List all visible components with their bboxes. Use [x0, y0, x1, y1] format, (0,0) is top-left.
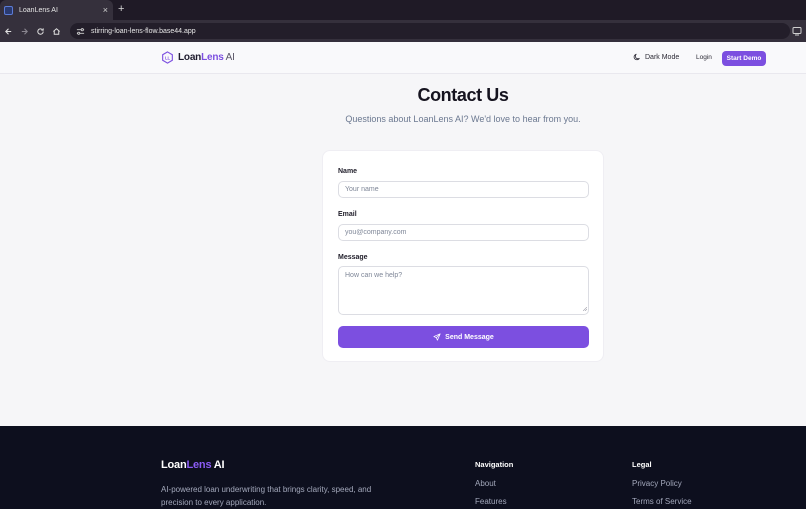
new-tab-button[interactable]: +: [118, 3, 124, 15]
send-message-button[interactable]: Send Message: [338, 326, 589, 348]
browser-tab[interactable]: LoanLens AI ×: [0, 0, 113, 20]
footer-logo[interactable]: LoanLens AI: [161, 459, 225, 471]
logo-hexagon-icon: LL: [162, 51, 173, 64]
footer-link-privacy-policy[interactable]: Privacy Policy: [632, 479, 682, 488]
footer-link-terms-of-service[interactable]: Terms of Service: [632, 497, 692, 506]
footer-link-features[interactable]: Features: [475, 497, 507, 506]
tab-close-button[interactable]: ×: [103, 5, 108, 15]
contact-form-card: Name Email Message Send Message: [322, 150, 604, 362]
site-settings-icon[interactable]: [76, 27, 85, 36]
page-title: Contact Us: [417, 85, 509, 105]
send-icon: [433, 333, 441, 341]
message-textarea[interactable]: [338, 266, 589, 315]
forward-button[interactable]: [16, 23, 32, 39]
back-button[interactable]: [0, 23, 16, 39]
logo[interactable]: LL LoanLens AI: [161, 51, 235, 64]
arrow-right-icon: [21, 27, 28, 35]
footer-description: AI-powered loan underwriting that brings…: [161, 485, 372, 507]
email-label: Email: [338, 211, 357, 218]
browser-toolbar: stirring-loan-lens-flow.base44.app: [0, 20, 806, 42]
site-footer: LoanLens AI AI-powered loan underwriting…: [0, 426, 806, 509]
logo-text: LoanLens AI: [178, 52, 235, 63]
svg-text:LL: LL: [165, 55, 171, 60]
dark-mode-toggle[interactable]: Dark Mode: [633, 53, 679, 61]
page-subtitle: Questions about LoanLens AI? We'd love t…: [345, 114, 581, 124]
tab-title: LoanLens AI: [19, 6, 58, 14]
send-message-label: Send Message: [445, 333, 494, 341]
message-label: Message: [338, 254, 368, 261]
reload-icon: [36, 27, 44, 35]
browser-tab-strip: LoanLens AI × +: [0, 0, 806, 20]
footer-navigation-title: Navigation: [475, 460, 514, 469]
resize-grip-icon[interactable]: [583, 307, 587, 311]
start-demo-button[interactable]: Start Demo: [722, 51, 766, 66]
cast-icon[interactable]: [792, 26, 802, 36]
favicon-icon: [4, 5, 13, 15]
dark-mode-label: Dark Mode: [645, 53, 680, 61]
footer-link-about[interactable]: About: [475, 479, 496, 488]
moon-icon: [633, 53, 640, 61]
address-bar[interactable]: stirring-loan-lens-flow.base44.app: [70, 23, 790, 39]
home-icon: [52, 27, 60, 35]
footer-legal-title: Legal: [632, 460, 652, 469]
url-text: stirring-loan-lens-flow.base44.app: [91, 27, 196, 35]
email-input[interactable]: [338, 224, 589, 241]
name-input[interactable]: [338, 181, 589, 198]
name-label: Name: [338, 168, 358, 175]
arrow-left-icon: [4, 27, 11, 35]
site-header: LL LoanLens AI Dark Mode Login Start Dem…: [0, 42, 806, 74]
login-link[interactable]: Login: [696, 54, 712, 61]
home-button[interactable]: [48, 23, 64, 39]
reload-button[interactable]: [32, 23, 48, 39]
